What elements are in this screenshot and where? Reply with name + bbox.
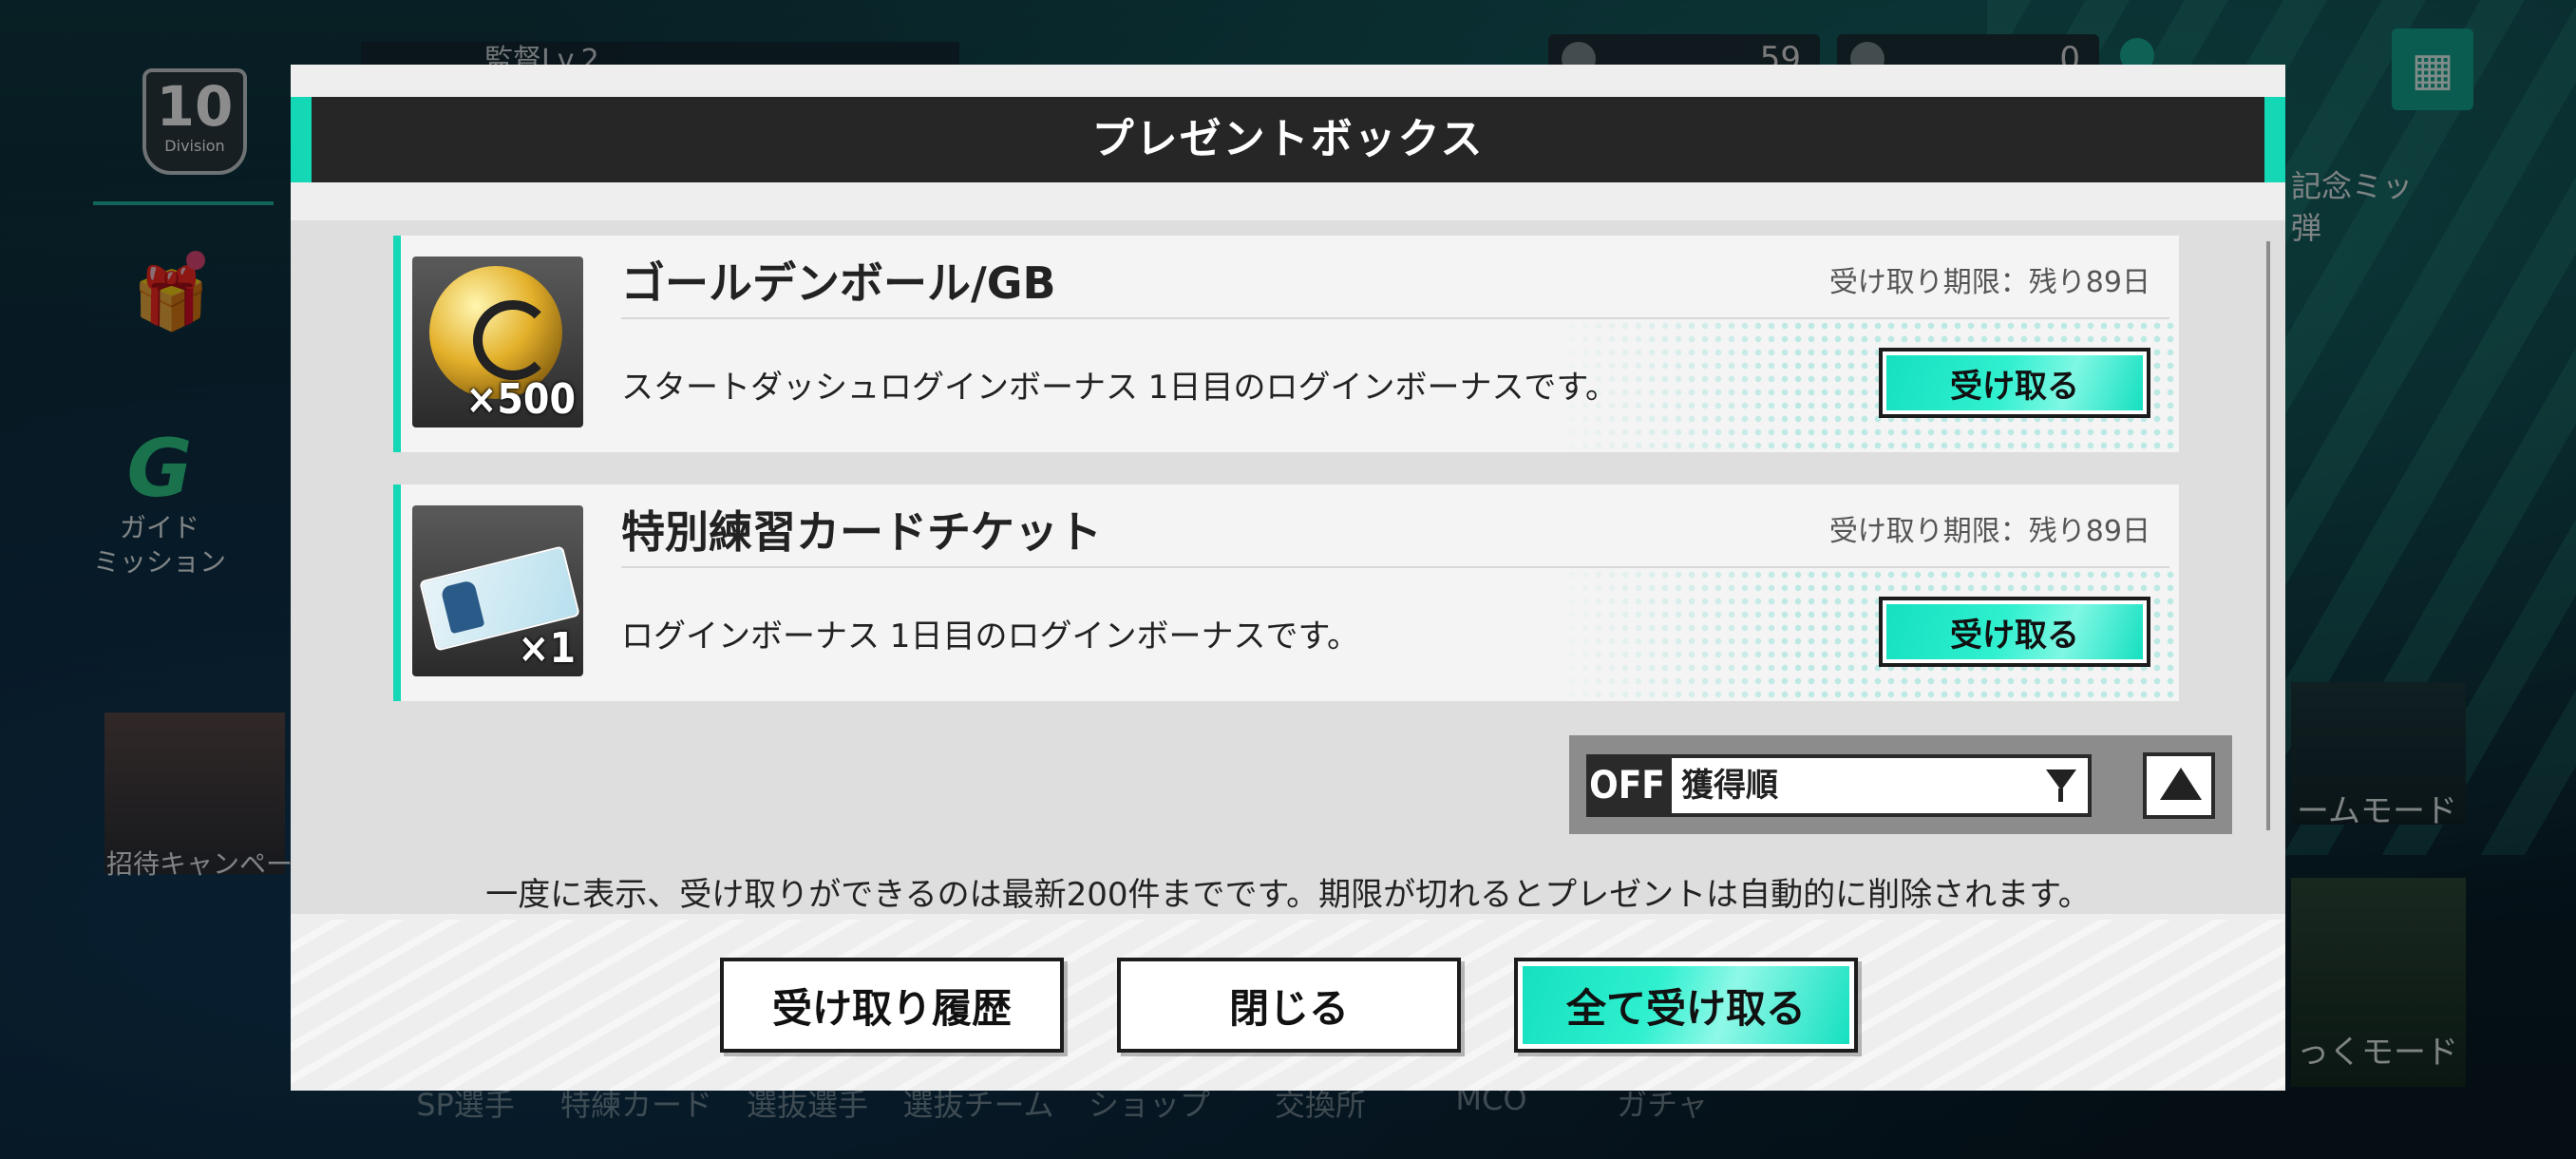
sort-dropdown[interactable]: 獲得順 — [1668, 754, 2092, 817]
filter-funnel-icon — [2046, 770, 2076, 790]
item-deadline: 受け取り期限：残り89日 — [1828, 515, 2150, 548]
item-name: ゴールデンボール/GB — [621, 257, 1056, 309]
notice-text: 一度に表示、受け取りができるのは最新200件までです。期限が切れるとプレゼントは… — [485, 876, 2091, 914]
item-quantity: ×1 — [518, 624, 576, 673]
sort-order-button[interactable] — [2143, 752, 2215, 819]
claim-all-button-label: 全て受け取る — [1523, 966, 1849, 1044]
present-box-dialog: プレゼントボックス ×500 ゴールデンボール/GB 受け取り期限：残り89日 … — [291, 65, 2285, 1091]
close-button-label: 閉じる — [1228, 984, 1349, 1032]
close-button[interactable]: 閉じる — [1117, 958, 1461, 1053]
history-button[interactable]: 受け取り履歴 — [720, 958, 1064, 1053]
claim-button[interactable]: 受け取る — [1879, 348, 2150, 418]
history-button-label: 受け取り履歴 — [771, 984, 1012, 1032]
item-description: スタートダッシュログインボーナス 1日目のログインボーナスです。 — [621, 369, 1619, 407]
present-item: ×1 特別練習カードチケット 受け取り期限：残り89日 ログインボーナス 1日目… — [393, 484, 2179, 701]
present-item: ×500 ゴールデンボール/GB 受け取り期限：残り89日 スタートダッシュログ… — [393, 236, 2179, 452]
dialog-header: プレゼントボックス — [291, 97, 2285, 182]
item-name: 特別練習カードチケット — [621, 506, 1102, 558]
item-divider — [621, 566, 2169, 568]
list-scrollbar[interactable] — [2266, 241, 2270, 830]
claim-all-button[interactable]: 全て受け取る — [1514, 958, 1858, 1053]
golden-ball-icon: ×500 — [412, 256, 583, 428]
item-description: ログインボーナス 1日目のログインボーナスです。 — [621, 618, 1360, 656]
sort-controls: OFF 獲得順 — [1569, 735, 2232, 834]
ascending-triangle-icon — [2160, 768, 2202, 800]
sort-selected-value: 獲得順 — [1681, 767, 1778, 805]
dialog-title: プレゼントボックス — [1091, 115, 1485, 163]
item-divider — [621, 317, 2169, 319]
claim-button-label: 受け取る — [1886, 604, 2143, 659]
item-deadline: 受け取り期限：残り89日 — [1828, 266, 2150, 299]
claim-button-label: 受け取る — [1886, 355, 2143, 410]
filter-toggle[interactable]: OFF — [1586, 754, 1668, 817]
training-ticket-icon: ×1 — [412, 505, 583, 676]
item-quantity: ×500 — [465, 375, 576, 424]
claim-button[interactable]: 受け取る — [1879, 597, 2150, 667]
